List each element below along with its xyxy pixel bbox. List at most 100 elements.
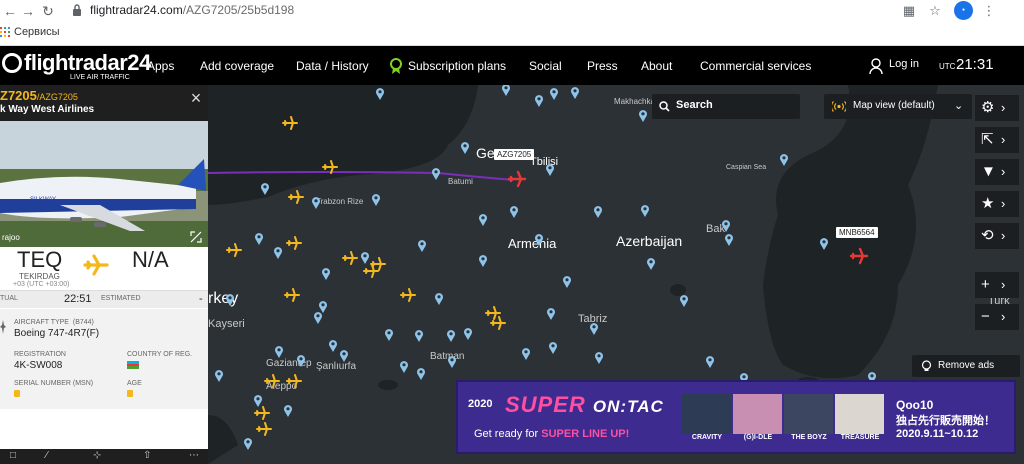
airport-pin-icon[interactable] bbox=[549, 87, 559, 100]
airport-pin-icon[interactable] bbox=[570, 86, 580, 99]
url-text[interactable]: flightradar24.com/AZG7205/25b5d198 bbox=[90, 3, 294, 17]
star-icon[interactable]: ☆ bbox=[926, 2, 944, 20]
selected-aircraft-icon[interactable] bbox=[507, 169, 527, 189]
airport-pin-icon[interactable] bbox=[434, 292, 444, 305]
airport-pin-icon[interactable] bbox=[313, 311, 323, 324]
aircraft-photo[interactable]: SILKWAY rajoo bbox=[0, 121, 208, 247]
airport-pin-icon[interactable] bbox=[274, 345, 284, 358]
aircraft-icon[interactable] bbox=[370, 256, 386, 272]
registration-value[interactable]: 4K-SW008 bbox=[14, 360, 62, 371]
airport-pin-icon[interactable] bbox=[534, 233, 544, 246]
airport-pin-icon[interactable] bbox=[253, 394, 263, 407]
airport-pin-icon[interactable] bbox=[548, 341, 558, 354]
airport-pin-icon[interactable] bbox=[562, 275, 572, 288]
airport-pin-icon[interactable] bbox=[779, 153, 789, 166]
airport-pin-icon[interactable] bbox=[243, 437, 253, 450]
follow-icon[interactable]: ⊹ bbox=[93, 450, 101, 461]
airport-pin-icon[interactable] bbox=[724, 233, 734, 246]
airport-pin-icon[interactable] bbox=[414, 329, 424, 342]
airport-pin-icon[interactable] bbox=[371, 193, 381, 206]
aircraft-icon[interactable] bbox=[284, 287, 300, 303]
nav-about[interactable]: About bbox=[641, 59, 672, 73]
airport-pin-icon[interactable] bbox=[431, 167, 441, 180]
airport-pin-icon[interactable] bbox=[416, 367, 426, 380]
back-icon[interactable]: ← bbox=[2, 3, 18, 19]
airport-pin-icon[interactable] bbox=[321, 267, 331, 280]
remove-ads-button[interactable]: Remove ads bbox=[912, 355, 1020, 377]
airport-pin-icon[interactable] bbox=[463, 327, 473, 340]
aircraft-type[interactable]: Boeing 747-4R7(F) bbox=[14, 328, 99, 339]
forward-icon[interactable]: → bbox=[20, 3, 36, 19]
airport-pin-icon[interactable] bbox=[721, 219, 731, 232]
airport-pin-icon[interactable] bbox=[705, 355, 715, 368]
airport-pin-icon[interactable] bbox=[460, 141, 470, 154]
airport-pin-icon[interactable] bbox=[384, 328, 394, 341]
airport-pin-icon[interactable] bbox=[417, 239, 427, 252]
apps-grid-icon[interactable] bbox=[0, 27, 10, 37]
share-icon[interactable]: ⇧ bbox=[143, 450, 151, 461]
origin-code[interactable]: TEQ bbox=[17, 247, 62, 273]
login-link[interactable]: Log in bbox=[889, 58, 919, 70]
reload-icon[interactable]: ↻ bbox=[40, 3, 56, 19]
airport-pin-icon[interactable] bbox=[260, 182, 270, 195]
aircraft-icon[interactable] bbox=[400, 287, 416, 303]
aircraft-icon[interactable] bbox=[490, 315, 506, 331]
airport-pin-icon[interactable] bbox=[478, 254, 488, 267]
airport-pin-icon[interactable] bbox=[360, 251, 370, 264]
expand-icon[interactable] bbox=[190, 231, 202, 243]
user-icon[interactable] bbox=[869, 58, 883, 74]
airport-pin-icon[interactable] bbox=[254, 232, 264, 245]
airport-pin-icon[interactable] bbox=[638, 109, 648, 122]
nav-apps[interactable]: Apps bbox=[147, 59, 174, 73]
airport-pin-icon[interactable] bbox=[534, 94, 544, 107]
nav-add-coverage[interactable]: Add coverage bbox=[200, 59, 274, 73]
menu-icon[interactable]: ⋮ bbox=[980, 2, 998, 20]
nav-social[interactable]: Social bbox=[529, 59, 562, 73]
airport-pin-icon[interactable] bbox=[446, 329, 456, 342]
airport-pin-icon[interactable] bbox=[273, 246, 283, 259]
aircraft-icon[interactable] bbox=[286, 235, 302, 251]
airport-pin-icon[interactable] bbox=[214, 369, 224, 382]
airport-pin-icon[interactable] bbox=[589, 322, 599, 335]
aircraft-icon[interactable] bbox=[256, 421, 272, 437]
airport-pin-icon[interactable] bbox=[375, 87, 385, 100]
airport-pin-icon[interactable] bbox=[679, 294, 689, 307]
fullscreen-button[interactable]: ⇱ › bbox=[975, 127, 1019, 153]
zoom-in-button[interactable]: + › bbox=[975, 272, 1019, 298]
callsign-tag-mnb6564[interactable]: MNB6564 bbox=[836, 227, 878, 238]
filter-button[interactable]: ▼ › bbox=[975, 159, 1019, 185]
map-view-dropdown[interactable]: Map view (default) ⌄ bbox=[824, 94, 972, 119]
airport-pin-icon[interactable] bbox=[545, 163, 555, 176]
aircraft-icon[interactable] bbox=[254, 405, 270, 421]
playback-button[interactable]: ⟲ › bbox=[975, 223, 1019, 249]
more-icon[interactable]: ⋯ bbox=[189, 450, 199, 461]
aircraft-icon[interactable] bbox=[226, 242, 242, 258]
aircraft-icon[interactable] bbox=[288, 189, 304, 205]
aircraft-icon[interactable] bbox=[264, 373, 280, 389]
aircraft-icon[interactable] bbox=[322, 159, 338, 175]
favorites-button[interactable]: ★ › bbox=[975, 191, 1019, 217]
aircraft-icon[interactable] bbox=[286, 373, 302, 389]
close-icon[interactable]: × bbox=[187, 89, 205, 107]
airport-pin-icon[interactable] bbox=[640, 204, 650, 217]
avatar[interactable]: ● bbox=[954, 1, 973, 20]
translate-icon[interactable]: ▦ bbox=[900, 2, 918, 20]
airport-pin-icon[interactable] bbox=[546, 307, 556, 320]
airport-pin-icon[interactable] bbox=[521, 347, 531, 360]
airport-pin-icon[interactable] bbox=[593, 205, 603, 218]
airport-pin-icon[interactable] bbox=[328, 339, 338, 352]
zoom-out-button[interactable]: − › bbox=[975, 304, 1019, 330]
logo[interactable]: flightradar24 LIVE AIR TRAFFIC bbox=[0, 50, 151, 82]
ad-banner[interactable]: 2020 SUPER ON:TAC Get ready for SUPER LI… bbox=[456, 380, 1016, 454]
bookmark-services[interactable]: Сервисы bbox=[14, 26, 60, 38]
airport-pin-icon[interactable] bbox=[311, 196, 321, 209]
aircraft-icon[interactable] bbox=[342, 250, 358, 266]
nav-commercial-services[interactable]: Commercial services bbox=[700, 59, 811, 73]
nav-subscription-plans[interactable]: Subscription plans bbox=[408, 59, 506, 73]
airport-pin-icon[interactable] bbox=[509, 205, 519, 218]
airport-pin-icon[interactable] bbox=[225, 293, 235, 306]
nav-data-history[interactable]: Data / History bbox=[296, 59, 369, 73]
airport-pin-icon[interactable] bbox=[339, 349, 349, 362]
airport-pin-icon[interactable] bbox=[646, 257, 656, 270]
camera-icon[interactable]: □ bbox=[10, 450, 16, 461]
